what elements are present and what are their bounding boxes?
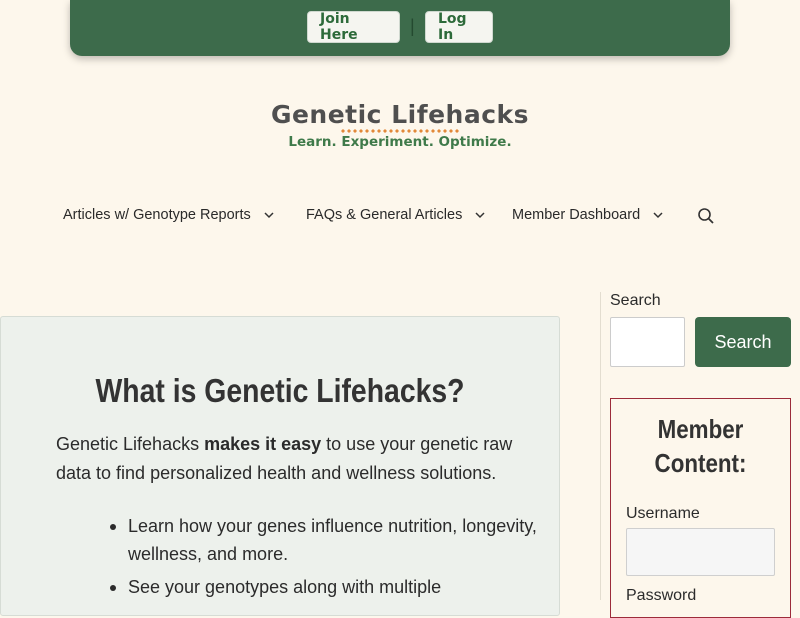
search-input[interactable] [610,317,685,367]
username-label: Username [626,505,700,522]
join-here-button[interactable]: Join Here [307,11,400,43]
chevron-down-icon [475,212,485,219]
list-item: See your genotypes along with multiple [110,573,538,601]
intro-text-start: Genetic Lifehacks [56,434,205,454]
top-member-bar: Join Here | Log In [70,0,730,56]
header-separator: | [410,16,415,36]
member-content-title: Member Content: [654,414,747,478]
search-button[interactable]: Search [695,317,791,367]
list-item: Learn how your genes influence nutrition… [110,512,538,568]
nav-item-label: FAQs & General Articles [306,207,463,223]
feature-list: Learn how your genes influence nutrition… [110,512,538,606]
password-label: Password [626,587,697,604]
page-title: What is Genetic Lifehacks? [95,372,465,409]
search-label: Search [610,292,661,309]
intro-text-bold: makes it easy [204,434,322,454]
log-in-button[interactable]: Log In [425,11,493,43]
sidebar-divider [600,292,601,600]
chevron-down-icon [264,212,274,219]
logo-tagline: Learn. Experiment. Optimize. [288,134,512,150]
logo-title: Genetic Lifehacks [270,100,530,129]
site-logo[interactable]: Genetic Lifehacks Learn. Experiment. Opt… [0,100,800,150]
search-icon[interactable] [697,207,715,225]
intro-paragraph: Genetic Lifehacks makes it easy to use y… [56,430,526,488]
chevron-down-icon [653,212,663,219]
username-field[interactable] [626,528,775,576]
nav-item-label: Member Dashboard [512,207,641,223]
nav-item-articles-genotype-reports[interactable]: Articles w/ Genotype Reports [63,207,275,223]
nav-item-label: Articles w/ Genotype Reports [63,207,251,223]
nav-item-member-dashboard[interactable]: Member Dashboard [512,207,664,223]
nav-item-faqs-general-articles[interactable]: FAQs & General Articles [306,207,486,223]
